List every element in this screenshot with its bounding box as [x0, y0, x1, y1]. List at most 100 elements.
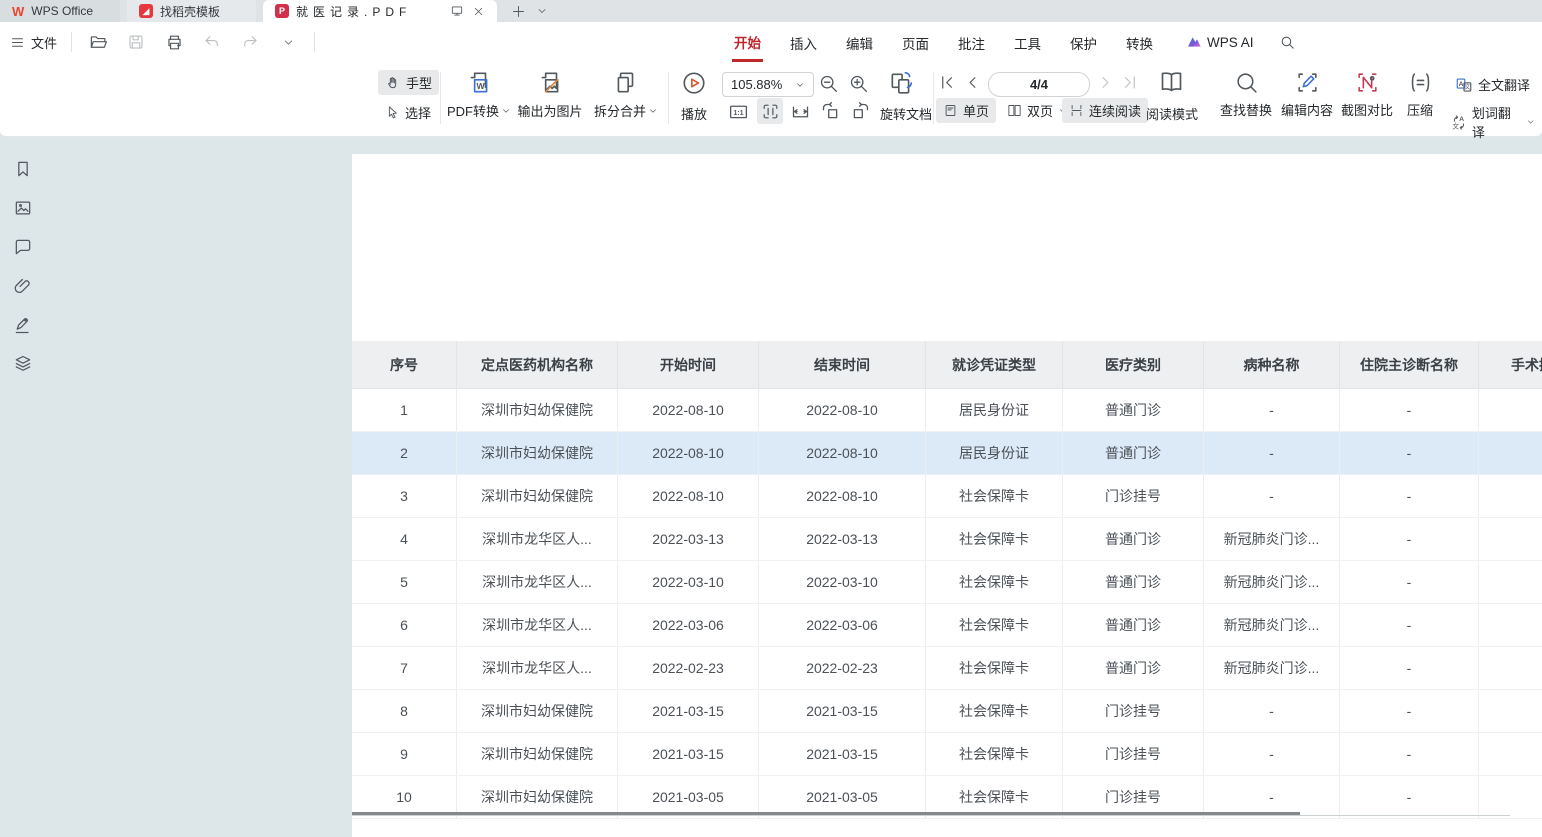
rotate-right-button[interactable]	[850, 101, 871, 127]
open-file-button[interactable]	[86, 30, 110, 54]
thumbnail-panel-button[interactable]	[12, 197, 34, 219]
page-indicator-input[interactable]: 4/4	[988, 72, 1090, 97]
find-replace-button[interactable]: 查找替换	[1216, 70, 1276, 119]
read-mode-button[interactable]	[1158, 69, 1185, 101]
edit-content-button[interactable]: 编辑内容	[1277, 70, 1337, 119]
screenshot-compare-button[interactable]: 截图对比	[1337, 70, 1397, 119]
file-menu-button[interactable]: 文件	[10, 33, 57, 52]
undo-button[interactable]	[200, 30, 224, 54]
pdf-convert-button[interactable]: W PDF转换	[446, 70, 512, 120]
pdf-page[interactable]: 序号定点医药机构名称开始时间结束时间就诊凭证类型医疗类别病种名称住院主诊断名称手…	[352, 154, 1542, 837]
table-cell: -	[1479, 475, 1542, 518]
edit-content-icon	[1295, 70, 1320, 95]
cursor-icon	[385, 105, 400, 120]
table-cell: 2022-08-10	[759, 389, 926, 432]
ribbon-tab-convert[interactable]: 转换	[1124, 24, 1155, 60]
table-cell: 7	[352, 647, 457, 690]
zoom-level-value: 105.88%	[731, 77, 782, 92]
next-page-button[interactable]	[1096, 73, 1115, 97]
fulltext-translate-button[interactable]: A文 全文翻译	[1448, 72, 1537, 97]
actual-size-button[interactable]: 1:1	[728, 101, 749, 127]
table-cell: -	[1479, 733, 1542, 776]
quick-access-chevron[interactable]	[276, 30, 300, 54]
word-translate-button[interactable]: A文 划词翻译	[1444, 100, 1542, 144]
ribbon-tab-tools[interactable]: 工具	[1012, 24, 1043, 60]
print-button[interactable]	[162, 30, 186, 54]
ribbon-tab-edit[interactable]: 编辑	[844, 24, 875, 60]
table-row[interactable]: 7深圳市龙华区人...2022-02-232022-02-23社会保障卡普通门诊…	[352, 647, 1542, 690]
table-row[interactable]: 9深圳市妇幼保健院2021-03-152021-03-15社会保障卡门诊挂号--…	[352, 733, 1542, 776]
redo-button[interactable]	[238, 30, 262, 54]
zoom-in-button[interactable]	[848, 73, 869, 99]
find-replace-icon	[1234, 70, 1259, 95]
table-cell: 2022-03-06	[618, 604, 759, 647]
tab-document-active[interactable]: P 就医记录.PDF	[263, 0, 497, 22]
ribbon-tab-comment[interactable]: 批注	[956, 24, 987, 60]
table-cell: -	[1340, 604, 1479, 647]
rotate-doc-label: 旋转文档	[880, 104, 932, 123]
table-row[interactable]: 1深圳市妇幼保健院2022-08-102022-08-10居民身份证普通门诊--…	[352, 389, 1542, 432]
monitor-icon[interactable]	[450, 4, 464, 18]
tab-wps-office[interactable]: W WPS Office	[0, 0, 120, 22]
tab-list-chevron-icon[interactable]	[536, 5, 548, 17]
wps-ai-button[interactable]: WPS AI	[1186, 35, 1254, 50]
first-page-button[interactable]	[938, 73, 957, 97]
select-tool-button[interactable]: 选择	[378, 100, 438, 125]
left-panel-sidebar	[0, 136, 46, 837]
table-row[interactable]: 2深圳市妇幼保健院2022-08-102022-08-10居民身份证普通门诊--…	[352, 432, 1542, 475]
search-icon[interactable]	[1279, 34, 1296, 51]
table-cell: 4	[352, 518, 457, 561]
comment-icon	[13, 237, 33, 257]
wps-ai-icon	[1186, 35, 1202, 49]
rotate-left-icon	[820, 101, 841, 122]
compress-button[interactable]: 压缩	[1399, 70, 1441, 119]
table-cell: 2022-03-06	[759, 604, 926, 647]
divider	[440, 72, 441, 124]
continuous-read-button[interactable]: 连续阅读	[1062, 98, 1148, 123]
last-page-button[interactable]	[1120, 73, 1139, 97]
ribbon-tab-insert[interactable]: 插入	[788, 24, 819, 60]
ribbon-tab-page[interactable]: 页面	[900, 24, 931, 60]
zoom-out-button[interactable]	[818, 73, 839, 99]
table-cell: -	[1340, 776, 1479, 819]
bookmark-panel-button[interactable]	[12, 158, 34, 180]
comment-panel-button[interactable]	[12, 236, 34, 258]
rotate-left-button[interactable]	[820, 101, 841, 127]
ribbon-tab-protect[interactable]: 保护	[1068, 24, 1099, 60]
table-cell: 深圳市妇幼保健院	[457, 690, 618, 733]
table-row[interactable]: 3深圳市妇幼保健院2022-08-102022-08-10社会保障卡门诊挂号--…	[352, 475, 1542, 518]
redo-icon	[241, 33, 259, 51]
single-page-button[interactable]: 单页	[936, 98, 996, 123]
zoom-level-select[interactable]: 105.88%	[722, 72, 814, 97]
export-image-button[interactable]: 输出为图片	[515, 70, 585, 120]
thumbnail-icon	[13, 198, 33, 218]
new-tab-icon[interactable]	[511, 4, 526, 19]
hand-tool-button[interactable]: 手型	[378, 70, 439, 95]
tab-label: 就医记录.PDF	[296, 3, 411, 20]
prev-page-button[interactable]	[963, 73, 982, 97]
table-cell: 2022-08-10	[759, 432, 926, 475]
table-row[interactable]: 4深圳市龙华区人...2022-03-132022-03-13社会保障卡普通门诊…	[352, 518, 1542, 561]
table-cell: -	[1340, 733, 1479, 776]
save-button[interactable]	[124, 30, 148, 54]
chevron-down-icon	[648, 106, 658, 116]
table-row[interactable]: 5深圳市龙华区人...2022-03-102022-03-10社会保障卡普通门诊…	[352, 561, 1542, 604]
play-button[interactable]	[681, 70, 707, 101]
close-tab-icon[interactable]	[472, 5, 485, 18]
table-cell: 深圳市妇幼保健院	[457, 733, 618, 776]
table-cell: 居民身份证	[926, 389, 1063, 432]
fit-width-button[interactable]	[790, 101, 811, 127]
folder-open-icon	[89, 33, 108, 52]
ribbon-tab-home[interactable]: 开始	[732, 23, 763, 62]
table-row[interactable]: 6深圳市龙华区人...2022-03-062022-03-06社会保障卡普通门诊…	[352, 604, 1542, 647]
signature-panel-button[interactable]	[12, 314, 34, 336]
attachment-panel-button[interactable]	[12, 275, 34, 297]
tab-docer-templates[interactable]: ◢ 找稻壳模板	[127, 0, 256, 22]
table-row[interactable]: 8深圳市妇幼保健院2021-03-152021-03-15社会保障卡门诊挂号--…	[352, 690, 1542, 733]
layers-panel-button[interactable]	[12, 353, 34, 375]
swap-pages-button[interactable]	[888, 70, 914, 101]
table-cell: 深圳市龙华区人...	[457, 647, 618, 690]
fit-page-button[interactable]	[757, 98, 783, 124]
split-merge-button[interactable]: 拆分合并	[590, 70, 662, 120]
export-image-icon	[537, 70, 563, 96]
